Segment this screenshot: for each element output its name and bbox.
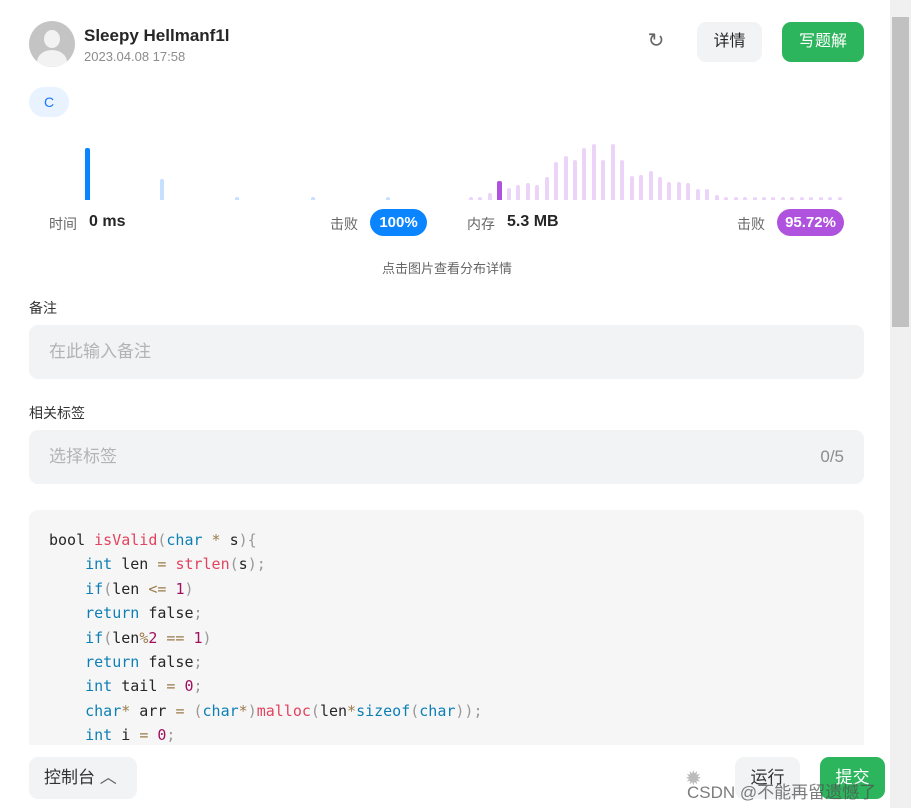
tags-count: 0/5 xyxy=(820,447,844,466)
chart-bar xyxy=(724,197,729,200)
chart-bar xyxy=(818,197,823,200)
chart-bar xyxy=(733,197,738,200)
chart-bar xyxy=(385,197,390,200)
chart-bar xyxy=(487,193,492,200)
code-line: int len = strlen(s); xyxy=(85,555,266,574)
time-label: 时间 xyxy=(49,216,77,232)
tags-select[interactable]: 选择标签 0/5 xyxy=(29,430,864,484)
chart-bar xyxy=(506,188,511,200)
memory-label: 内存 xyxy=(467,216,495,232)
chart-bar xyxy=(310,197,315,200)
chart-bar xyxy=(235,197,240,200)
code-line: return false; xyxy=(85,604,203,623)
chart-bar xyxy=(85,148,90,200)
memory-beat-label: 击败 xyxy=(737,216,765,232)
chevron-up-icon: ︿ xyxy=(99,768,117,787)
code-line: bool isValid(char * s){ xyxy=(49,531,257,549)
memory-value: 5.3 MB xyxy=(507,213,559,230)
chart-bar xyxy=(516,185,521,200)
chart-bar xyxy=(535,185,540,200)
notes-label: 备注 xyxy=(29,300,57,316)
time-beat-label: 击败 xyxy=(330,216,358,232)
chart-bar xyxy=(478,197,483,200)
chart-bar xyxy=(828,197,833,200)
code-line: int tail = 0; xyxy=(85,677,203,696)
chart-bar xyxy=(582,148,587,200)
code-line: if(len <= 1) xyxy=(85,579,194,598)
chart-bar xyxy=(648,171,653,200)
language-badge: C xyxy=(29,87,69,117)
time-distribution-chart[interactable] xyxy=(40,130,440,200)
chart-bar xyxy=(525,183,530,200)
tags-label: 相关标签 xyxy=(29,405,85,421)
chart-bar xyxy=(572,160,577,200)
code-block[interactable]: bool isValid(char * s){ int len = strlen… xyxy=(29,510,864,750)
chart-bar xyxy=(743,197,748,200)
chart-bar xyxy=(667,182,672,200)
chart-bar xyxy=(809,197,814,200)
chart-bar xyxy=(714,195,719,200)
username[interactable]: Sleepy Hellmanf1l xyxy=(84,26,230,46)
console-label: 控制台 xyxy=(44,768,95,787)
chart-bar xyxy=(790,197,795,200)
memory-distribution-chart[interactable] xyxy=(460,130,860,200)
chart-bar xyxy=(676,182,681,200)
chart-bar xyxy=(705,189,710,200)
chart-bar xyxy=(799,197,804,200)
time-value: 0 ms xyxy=(89,213,126,230)
chart-bar xyxy=(780,197,785,200)
tags-placeholder: 选择标签 xyxy=(49,447,117,466)
chart-bar xyxy=(554,162,559,200)
console-button[interactable]: 控制台 ︿ xyxy=(29,757,137,799)
chart-bar xyxy=(639,175,644,200)
chart-hint: 点击图片查看分布详情 xyxy=(381,261,512,276)
chart-bar xyxy=(629,176,634,200)
chart-bar xyxy=(658,177,662,200)
time-beat-badge: 100% xyxy=(370,209,427,236)
chart-bar xyxy=(695,189,700,200)
code-line: return false; xyxy=(85,653,203,672)
refresh-icon[interactable]: ↻ xyxy=(644,29,668,53)
chart-bar xyxy=(160,179,165,200)
submission-date: 2023.04.08 17:58 xyxy=(84,49,186,64)
chart-bar xyxy=(686,183,691,200)
write-solution-button[interactable]: 写题解 xyxy=(782,22,864,62)
watermark: CSDN @不能再留遗憾了 xyxy=(687,783,877,802)
chart-bar xyxy=(761,197,766,200)
chart-bar xyxy=(601,160,606,200)
memory-beat-badge: 95.72% xyxy=(777,209,844,236)
avatar[interactable] xyxy=(29,21,75,67)
code-line: char* arr = (char*)malloc(len*sizeof(cha… xyxy=(85,701,483,720)
chart-bar xyxy=(563,156,568,200)
chart-bar xyxy=(837,197,842,200)
chart-bar xyxy=(620,160,625,200)
chart-bar xyxy=(497,181,503,200)
code-line: int i = 0; xyxy=(85,726,176,745)
notes-input[interactable]: 在此输入备注 xyxy=(29,325,864,379)
code-line: if(len%2 == 1) xyxy=(85,628,212,647)
chart-bar xyxy=(469,197,473,200)
chart-bar xyxy=(591,144,596,200)
chart-bar xyxy=(771,197,776,200)
chart-bar xyxy=(752,197,757,200)
chart-bar xyxy=(544,177,549,200)
chart-bar xyxy=(610,144,615,200)
detail-button[interactable]: 详情 xyxy=(697,22,762,62)
scrollbar-thumb[interactable] xyxy=(892,17,909,327)
